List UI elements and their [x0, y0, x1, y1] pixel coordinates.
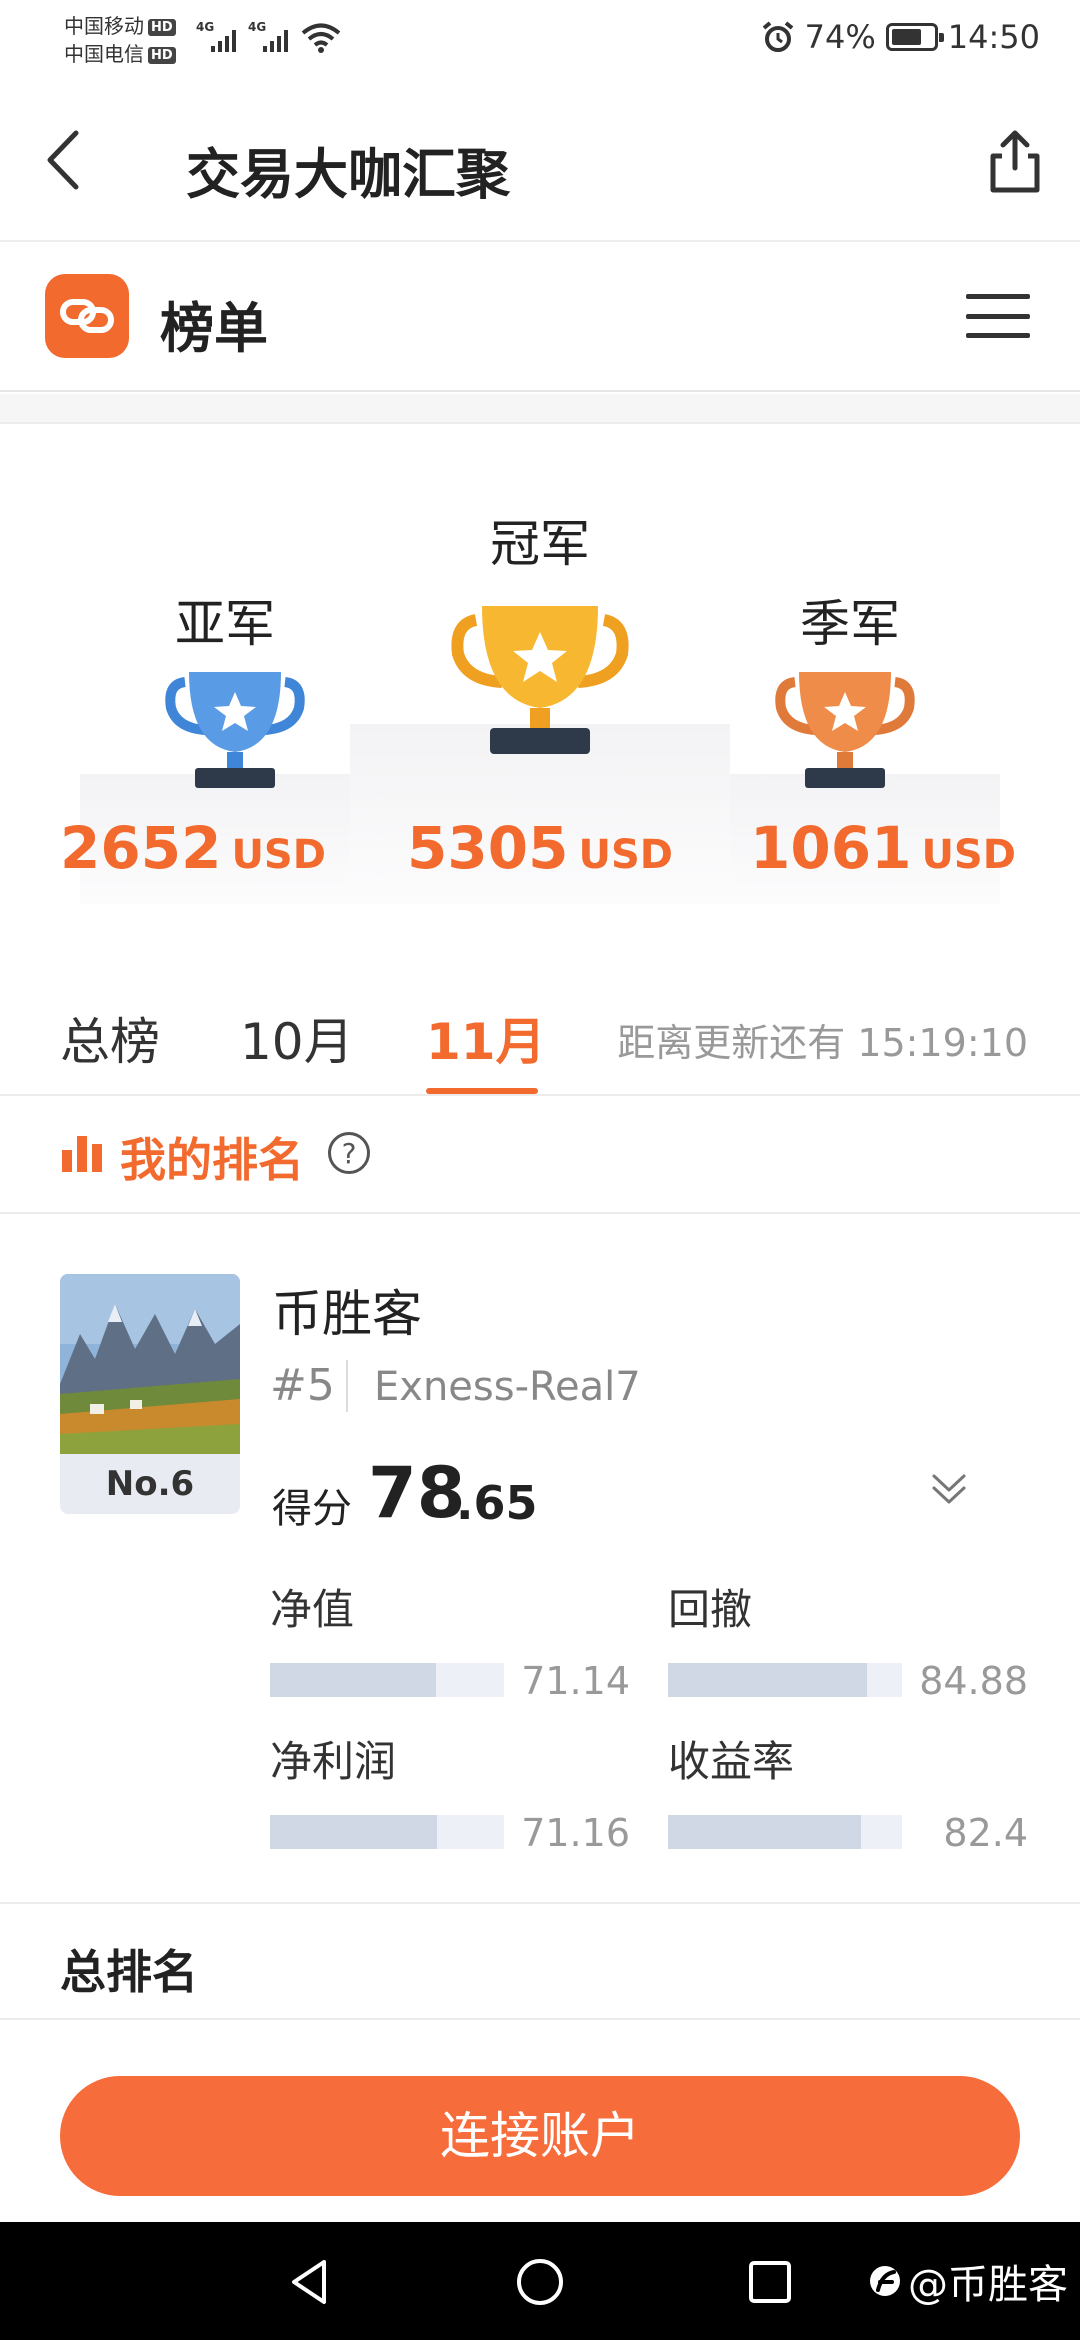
metric-bar: [270, 1815, 504, 1849]
watermark-text: @币胜客: [908, 2262, 1068, 2308]
nav-home-icon[interactable]: [510, 2252, 570, 2312]
score-label: 得分: [272, 1486, 352, 1532]
tab-overall[interactable]: 总榜: [60, 1002, 160, 1074]
third-place-label: 季军: [800, 595, 900, 653]
nav-recents-icon[interactable]: [740, 2252, 800, 2312]
link-icon: [60, 299, 114, 333]
user-name: 币胜客: [272, 1285, 422, 1343]
user-id: #5: [270, 1360, 335, 1411]
signal-indicators: 4G 4G: [196, 18, 342, 54]
battery-icon: [885, 23, 944, 51]
watermark: @币胜客: [868, 2252, 1068, 2310]
metric-bar: [668, 1663, 902, 1697]
total-rank-title: 总排名: [60, 1945, 198, 1999]
silver-trophy-icon: [165, 672, 305, 788]
metric-label: 回撤: [668, 1585, 753, 1634]
second-place-amount: 2652 USD: [60, 814, 326, 882]
first-place-amount: 5305 USD: [407, 814, 673, 882]
status-bar: 中国移动 HD 中国电信 HD 4G 4G 74% 14:50: [0, 0, 1080, 80]
metric-value: 71.16: [521, 1811, 630, 1855]
tab-october[interactable]: 10月: [240, 1002, 354, 1074]
rank-number: No.6: [105, 1464, 195, 1504]
metric-value: 84.88: [919, 1659, 1028, 1703]
hamburger-menu-icon[interactable]: [966, 294, 1030, 338]
avatar-image: [60, 1274, 240, 1454]
alarm-icon: [762, 21, 793, 52]
active-tab-indicator: [426, 1088, 538, 1094]
carrier-1: 中国移动: [64, 14, 144, 38]
system-nav-bar: @币胜客: [0, 2222, 1080, 2340]
account-name: Exness-Real7: [374, 1364, 641, 1410]
brand-title: 榜单: [160, 297, 268, 360]
my-rank-card: No.6 币胜客 #5 Exness-Real7 得分 78 .65 净值 71…: [0, 1214, 1080, 1904]
connect-account-button[interactable]: 连接账户: [60, 2076, 1020, 2196]
total-rank-header: 总排名: [0, 1906, 1080, 2020]
my-rank-header: 我的排名 ?: [0, 1096, 1080, 1214]
carrier-2: 中国电信: [64, 42, 144, 66]
page-title: 交易大咖汇聚: [186, 143, 510, 206]
app-logo: [45, 274, 129, 358]
second-place-label: 亚军: [175, 595, 275, 653]
metric-label: 净利润: [270, 1737, 397, 1786]
help-icon[interactable]: ?: [328, 1132, 370, 1174]
metric-net-profit: 净利润 71.16: [270, 1728, 630, 1855]
divider: [346, 1360, 348, 1412]
title-bar: 交易大咖汇聚: [0, 80, 1080, 242]
brand-bar: 榜单: [0, 244, 1080, 392]
metric-net-value: 净值 71.14: [270, 1576, 630, 1703]
my-rank-title: 我的排名: [120, 1133, 304, 1187]
update-countdown: 距离更新还有 15:19:10: [617, 1021, 1028, 1065]
double-chevron-down-icon[interactable]: [926, 1470, 972, 1510]
metric-bar: [270, 1663, 504, 1697]
score-integer: 78: [368, 1452, 466, 1534]
wifi-icon: [301, 23, 341, 53]
third-place-amount: 1061 USD: [750, 814, 1016, 882]
battery-percent: 74%: [804, 18, 876, 56]
hd-badge: HD: [148, 47, 176, 64]
metric-return-rate: 收益率 82.4: [668, 1728, 1028, 1855]
ranking-tabs: 总榜 10月 11月 距离更新还有 15:19:10: [0, 964, 1080, 1096]
signal-icon: 4G: [248, 18, 288, 54]
bar-chart-icon: [62, 1132, 104, 1172]
watermark-logo-icon: [870, 2266, 900, 2296]
metric-label: 净值: [270, 1585, 355, 1634]
clock: 14:50: [947, 18, 1040, 56]
bronze-trophy-icon: [775, 672, 915, 788]
avatar[interactable]: No.6: [60, 1274, 240, 1514]
first-place-label: 冠军: [490, 515, 590, 573]
signal-icon: 4G: [196, 18, 236, 54]
carrier-info: 中国移动 HD 中国电信 HD: [64, 12, 176, 68]
score-decimal: .65: [456, 1476, 538, 1530]
metric-value: 71.14: [521, 1659, 630, 1703]
nav-back-icon[interactable]: [280, 2252, 340, 2312]
hd-badge: HD: [148, 19, 176, 36]
metric-label: 收益率: [668, 1737, 795, 1786]
cta-area: 连接账户: [0, 2046, 1080, 2222]
gold-trophy-icon: [451, 606, 629, 754]
section-divider: [0, 394, 1080, 424]
share-icon[interactable]: [980, 126, 1050, 196]
metric-bar: [668, 1815, 902, 1849]
status-right: 74% 14:50: [761, 18, 1040, 56]
tab-november[interactable]: 11月: [426, 1002, 546, 1074]
metric-value: 82.4: [943, 1811, 1028, 1855]
back-arrow-icon[interactable]: [36, 125, 96, 195]
metric-drawdown: 回撤 84.88: [668, 1576, 1028, 1703]
podium: 亚军 2652 USD 冠军 5305 USD 季军 1061 USD: [0, 424, 1080, 964]
